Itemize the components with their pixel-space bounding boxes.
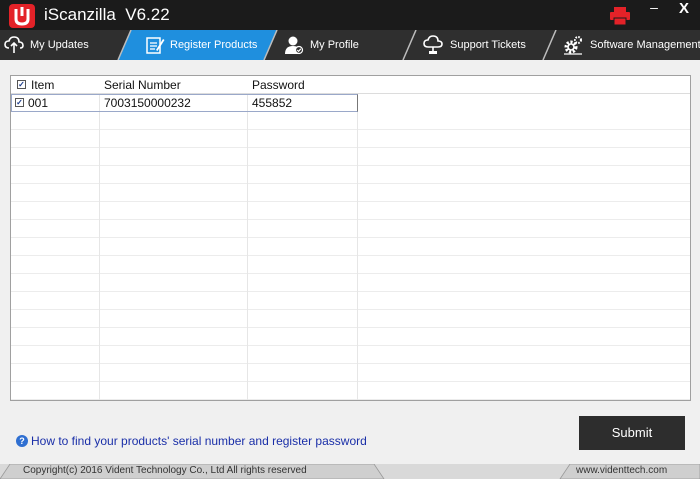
product-table: ✓ Item Serial Number Password ✓ 001 7003… (10, 75, 691, 401)
title-bar: iScanzilla V6.22 – X (0, 0, 700, 30)
register-icon (146, 37, 165, 54)
footer: Copyright(c) 2016 Vident Technology Co.,… (0, 464, 700, 479)
tab-label: My Profile (310, 39, 359, 51)
tab-my-updates[interactable]: My Updates (0, 30, 125, 60)
empty-table-row (11, 184, 690, 202)
column-header-serial-number[interactable]: Serial Number (104, 78, 181, 92)
table-row[interactable]: ✓ 001 7003150000232 455852 (11, 94, 358, 112)
column-divider (247, 76, 248, 400)
empty-table-row (11, 112, 690, 130)
empty-table-row (11, 364, 690, 382)
empty-table-row (11, 238, 690, 256)
table-header: ✓ Item Serial Number Password (11, 76, 690, 94)
cell-serial-number[interactable]: 7003150000232 (104, 96, 191, 110)
app-logo-icon (9, 4, 35, 28)
tab-label: My Updates (30, 39, 89, 51)
row-checkbox[interactable]: ✓ (15, 98, 24, 107)
tab-label: Register Products (170, 39, 258, 51)
empty-table-row (11, 148, 690, 166)
empty-table-row (11, 274, 690, 292)
printer-icon[interactable] (610, 7, 630, 25)
column-divider (99, 76, 100, 400)
support-cloud-icon (423, 35, 443, 54)
user-profile-icon (285, 36, 304, 55)
tab-label: Support Tickets (450, 39, 526, 51)
tab-my-profile[interactable]: My Profile (270, 30, 410, 60)
column-header-password[interactable]: Password (252, 78, 305, 92)
select-all-checkbox[interactable]: ✓ (17, 80, 26, 89)
empty-table-row (11, 202, 690, 220)
empty-table-row (11, 166, 690, 184)
empty-table-row (11, 328, 690, 346)
help-link-text[interactable]: How to find your products' serial number… (31, 434, 367, 449)
cloud-upload-icon (4, 36, 24, 53)
empty-table-row (11, 292, 690, 310)
empty-table-row (11, 256, 690, 274)
empty-table-row (11, 400, 690, 401)
cell-password[interactable]: 455852 (252, 96, 292, 110)
empty-table-row (11, 382, 690, 400)
tab-register-products[interactable]: Register Products (125, 30, 270, 60)
empty-table-row (11, 346, 690, 364)
website-link[interactable]: www.videnttech.com (576, 465, 667, 477)
tab-support-tickets[interactable]: Support Tickets (410, 30, 550, 60)
tab-software-management[interactable]: Software Management (550, 30, 700, 60)
empty-table-row (11, 220, 690, 238)
nav-tab-strip: My Updates Register Products My Profile … (0, 30, 700, 60)
close-button[interactable]: X (674, 1, 694, 22)
copyright-text: Copyright(c) 2016 Vident Technology Co.,… (23, 465, 307, 476)
column-divider (357, 76, 358, 400)
empty-table-row (11, 310, 690, 328)
empty-table-row (11, 130, 690, 148)
app-title: iScanzilla V6.22 (44, 5, 170, 24)
gear-settings-icon (564, 36, 582, 55)
column-header-item[interactable]: Item (31, 78, 54, 92)
minimize-button[interactable]: – (645, 0, 663, 22)
submit-button[interactable]: Submit (579, 416, 685, 450)
help-question-icon: ? (16, 435, 28, 447)
tab-label: Software Management (590, 39, 700, 51)
cell-item: 001 (28, 96, 49, 110)
